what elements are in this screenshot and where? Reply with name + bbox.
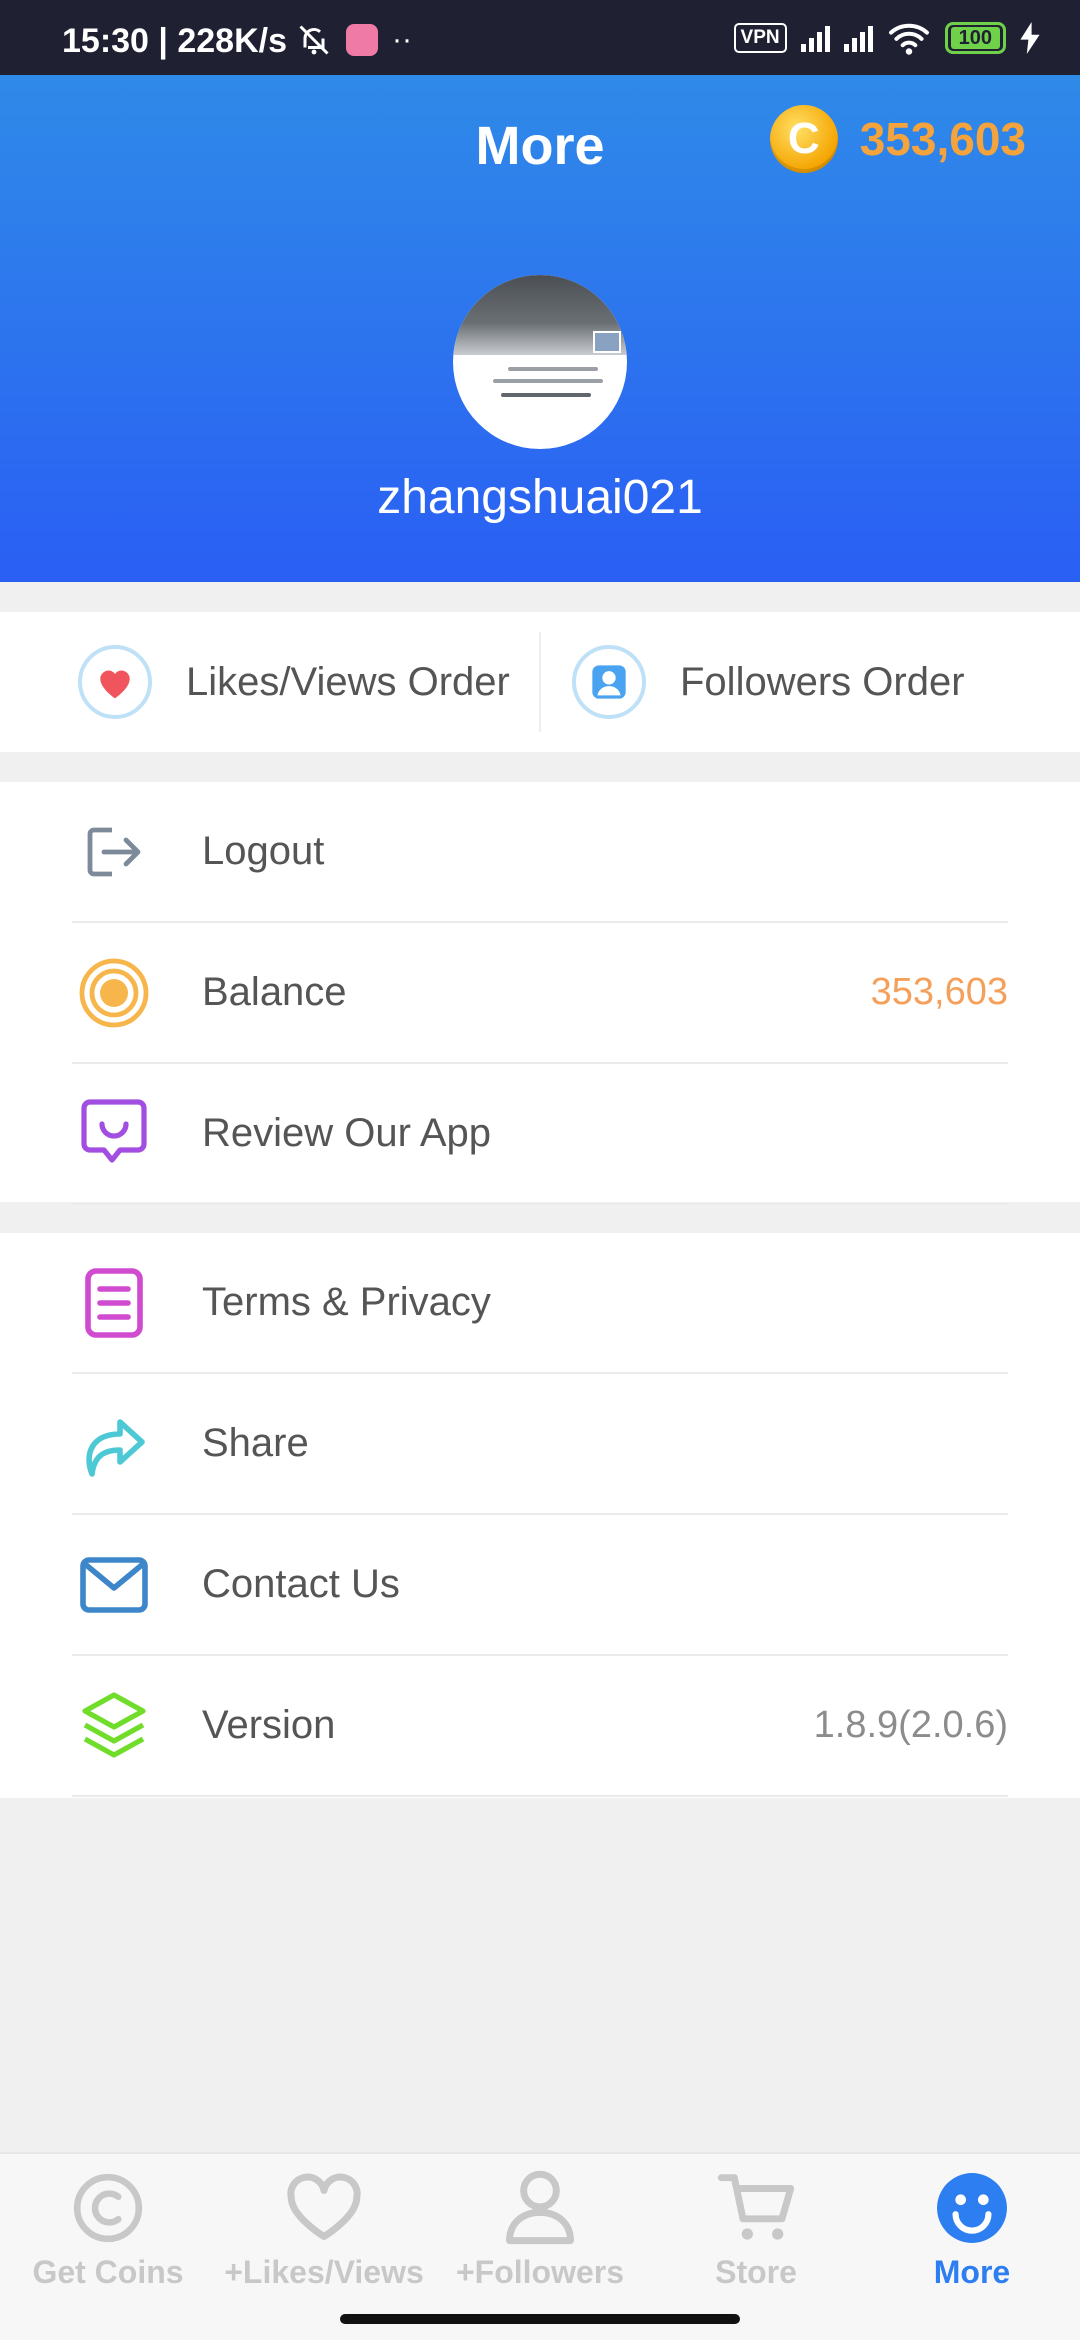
status-right-icons: VPN 100	[733, 20, 1040, 56]
tab-followers[interactable]: +Followers	[432, 2164, 648, 2291]
layers-icon	[78, 1690, 150, 1762]
status-left-icons: ··	[296, 22, 412, 58]
balance-value: 353,603	[870, 971, 1008, 1013]
avatar[interactable]	[453, 275, 627, 449]
followers-order-label: Followers Order	[680, 659, 965, 704]
tab-label-followers: +Followers	[455, 2254, 625, 2290]
likes-views-order-button[interactable]: Likes/Views Order	[78, 612, 510, 752]
heart-icon	[78, 645, 152, 719]
battery-icon: 100	[944, 22, 1006, 54]
vpn-badge: VPN	[733, 23, 787, 53]
menu-label-version: Version	[202, 1703, 336, 1747]
cart-icon	[648, 2164, 864, 2252]
status-time: 15:30 | 228K/s	[62, 22, 288, 60]
menu-label-review-app: Review Our App	[202, 1111, 492, 1155]
heart-outline-icon	[216, 2164, 432, 2252]
signal-icon	[800, 24, 830, 52]
signal-icon-2	[843, 24, 873, 52]
tab-more[interactable]: More	[864, 2164, 1080, 2291]
menu-item-logout[interactable]: Logout	[72, 782, 1008, 923]
menu-label-contact-us: Contact Us	[202, 1562, 400, 1606]
person-icon	[572, 645, 646, 719]
menu-item-terms-privacy[interactable]: Terms & Privacy	[72, 1233, 1008, 1374]
followers-order-button[interactable]: Followers Order	[572, 612, 965, 752]
tab-label-store: Store	[715, 2254, 797, 2290]
menu-label-share: Share	[202, 1421, 309, 1465]
avatar-photo	[453, 275, 627, 355]
logout-icon	[78, 816, 150, 888]
wifi-icon	[888, 23, 929, 55]
menu-item-contact-us[interactable]: Contact Us	[72, 1515, 1008, 1656]
info-menu: Terms & Privacy Share Contact Us Version…	[0, 1233, 1080, 1798]
more-notifications-icon: ··	[392, 23, 412, 56]
version-value: 1.8.9(2.0.6)	[813, 1704, 1008, 1746]
tab-likes-views[interactable]: +Likes/Views	[216, 2164, 432, 2291]
bell-off-icon	[299, 25, 329, 55]
menu-item-review-app[interactable]: Review Our App	[72, 1064, 1008, 1205]
orders-divider	[539, 632, 541, 732]
tab-store[interactable]: Store	[648, 2164, 864, 2291]
smile-chat-icon	[78, 1098, 150, 1170]
tab-label-likes-views: +Likes/Views	[224, 2254, 424, 2290]
app-notification-icon	[346, 24, 378, 56]
menu-label-logout: Logout	[202, 829, 325, 873]
home-indicator[interactable]	[340, 2314, 740, 2324]
tab-get-coins[interactable]: Get Coins	[0, 2164, 216, 2291]
coin-amount: 353,603	[859, 113, 1026, 165]
account-menu: Logout Balance 353,603 Review Our App	[0, 782, 1080, 1205]
document-icon	[78, 1267, 150, 1339]
likes-views-order-label: Likes/Views Order	[186, 659, 510, 704]
smiley-icon	[864, 2164, 1080, 2252]
orders-bar: Likes/Views Order Followers Order	[0, 612, 1080, 752]
coin-balance[interactable]: C 353,603	[769, 105, 1026, 173]
tab-label-more: More	[933, 2254, 1011, 2290]
menu-label-terms-privacy: Terms & Privacy	[202, 1280, 491, 1324]
username: zhangshuai021	[377, 471, 703, 524]
menu-item-share[interactable]: Share	[72, 1374, 1008, 1515]
share-icon	[78, 1408, 150, 1480]
bottom-tab-bar: Get Coins +Likes/Views +Followers Store …	[0, 2152, 1080, 2340]
status-bar: 15:30 | 228K/s ·· VPN 100	[0, 0, 1080, 75]
charging-icon	[1020, 22, 1040, 54]
coin-icon	[78, 957, 150, 1029]
tab-label-get-coins: Get Coins	[32, 2254, 184, 2290]
profile-header: More C 353,603 zhangshuai021	[0, 75, 1080, 582]
copyright-coin-icon	[0, 2164, 216, 2252]
menu-item-balance[interactable]: Balance 353,603	[72, 923, 1008, 1064]
coin-icon: C	[769, 105, 838, 173]
menu-label-balance: Balance	[202, 970, 347, 1014]
person-outline-icon	[432, 2164, 648, 2252]
mail-icon	[78, 1549, 150, 1621]
menu-item-version[interactable]: Version 1.8.9(2.0.6)	[72, 1656, 1008, 1797]
